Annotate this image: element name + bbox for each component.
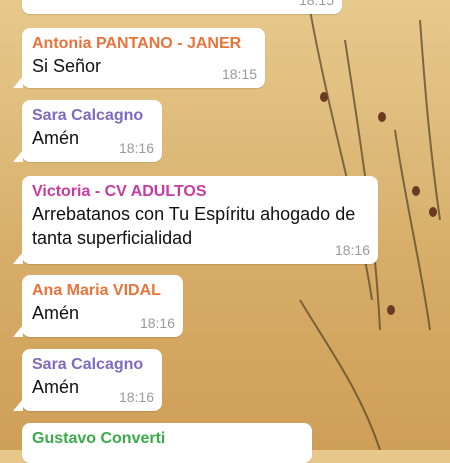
sender-name[interactable]: Victoria - CV ADULTOS xyxy=(32,182,368,202)
message-time: 18:15 xyxy=(221,66,257,82)
sender-name[interactable]: Sara Calcagno xyxy=(32,355,152,375)
message-time: 18:16 xyxy=(118,140,154,156)
message-text: Arrebatanos con Tu Espíritu ahogado de t… xyxy=(32,204,356,248)
message-bubble[interactable]: Antonia PANTANO - JANER Si Señor 18:15 xyxy=(13,28,265,88)
sender-name[interactable]: Antonia PANTANO - JANER xyxy=(32,34,255,54)
message-time: 18:16 xyxy=(118,389,154,405)
message-bubble[interactable]: Victoria - CV ADULTOS Arrebatanos con Tu… xyxy=(13,176,378,264)
sender-name[interactable]: Sara Calcagno xyxy=(32,106,152,126)
message-bubble[interactable]: Gustavo Converti xyxy=(22,423,312,463)
sender-name[interactable]: Gustavo Converti xyxy=(32,429,302,449)
message-time: 18:15 xyxy=(298,0,334,8)
message-time: 18:16 xyxy=(139,315,175,331)
message-bubble[interactable]: 18:15 xyxy=(22,0,342,14)
message-bubble[interactable]: Sara Calcagno Amén 18:16 xyxy=(13,100,162,162)
sender-name[interactable]: Ana Maria VIDAL xyxy=(32,281,173,301)
message-time: 18:16 xyxy=(334,242,370,258)
message-bubble[interactable]: Sara Calcagno Amén 18:16 xyxy=(13,349,162,411)
message-bubble[interactable]: Ana Maria VIDAL Amén 18:16 xyxy=(13,275,183,337)
chat-messages: 18:15 Antonia PANTANO - JANER Si Señor 1… xyxy=(0,0,450,463)
